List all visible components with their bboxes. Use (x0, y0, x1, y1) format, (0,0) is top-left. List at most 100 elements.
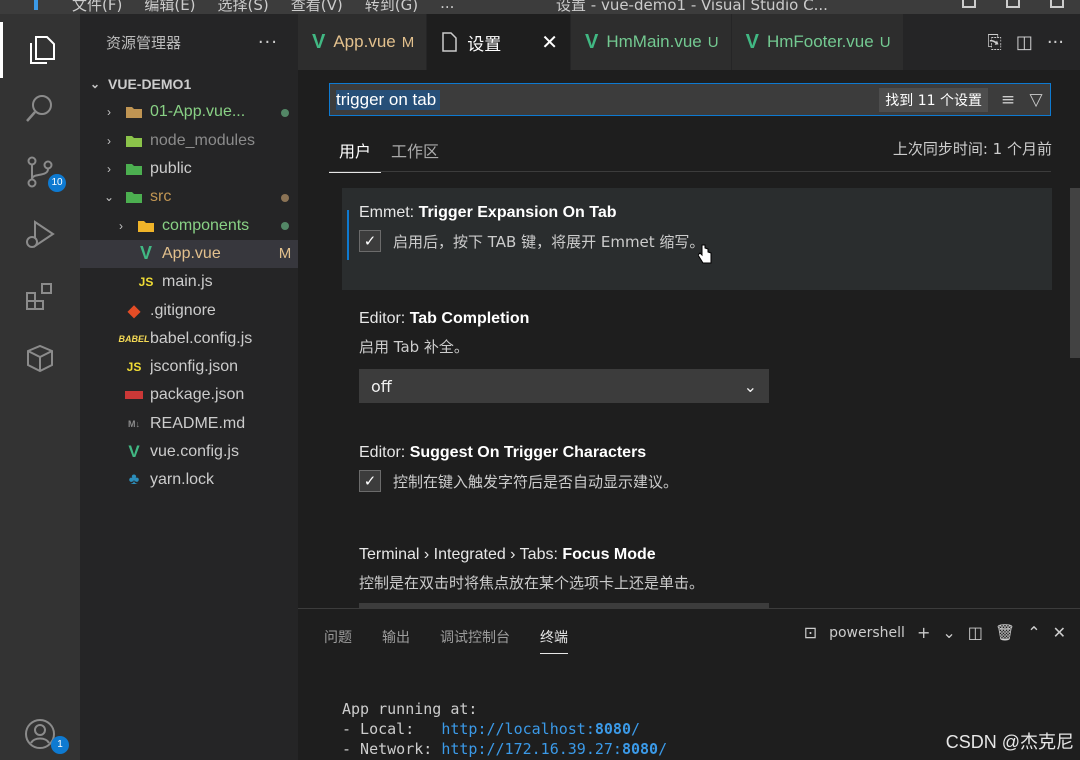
close-icon[interactable]: ✕ (541, 30, 558, 55)
tree-item[interactable]: › public (80, 155, 298, 183)
search-button[interactable] (0, 80, 80, 136)
yarn-icon: ♣ (128, 471, 140, 489)
tree-item[interactable]: M↓ README.md (80, 410, 298, 438)
package-icon (27, 344, 53, 373)
setting-suggest-on-trigger: Editor: Suggest On Trigger Characters ✓ … (342, 428, 1052, 508)
tree-item-label: jsconfig.json (150, 358, 239, 376)
clear-filter-icon[interactable]: ≡ (994, 90, 1022, 110)
tree-item[interactable]: › node_modules (80, 127, 298, 155)
markdown-icon: M↓ (128, 418, 140, 429)
setting-description: 控制是在双击时将焦点放在某个选项卡上还是单击。 (359, 574, 705, 592)
setting-select[interactable]: off ⌄ (359, 369, 769, 403)
tree-item[interactable]: ◆ .gitignore (80, 296, 298, 324)
setting-title: Editor: Suggest On Trigger Characters (359, 444, 1052, 462)
menu-select[interactable]: 选择(S) (218, 0, 269, 14)
terminal-line: - Local: http://localhost:8080/ (342, 720, 641, 738)
tab-label: 设置 (467, 34, 502, 54)
setting-checkbox[interactable]: ✓ (359, 230, 381, 252)
vscode-logo-icon (34, 0, 48, 10)
chevron-down-icon[interactable]: ⌄ (942, 623, 955, 642)
divider (329, 171, 1051, 172)
folder-icon (124, 105, 144, 119)
chevron-down-icon: ⌄ (89, 77, 101, 92)
source-control-badge: 10 (48, 174, 66, 192)
project-root[interactable]: ⌄ VUE-DEMO1 (80, 70, 298, 98)
setting-checkbox[interactable]: ✓ (359, 470, 381, 492)
tab-settings[interactable]: 设置 ✕ (427, 14, 571, 70)
tree-item[interactable]: V App.vue M (80, 239, 298, 269)
tab-app-vue[interactable]: V App.vue M (298, 14, 428, 70)
npm-icon (124, 391, 144, 400)
status-dot (272, 217, 298, 234)
chevron-up-icon[interactable]: ⌃ (1027, 623, 1040, 642)
settings-search-input[interactable] (336, 89, 440, 110)
tree-item-label: App.vue (162, 244, 221, 262)
panel-actions: ⊡ powershell + ⌄ ◫ 🗑 ⌃ ✕ (804, 623, 1066, 642)
local-url-link[interactable]: http://localhost:8080/ (441, 720, 640, 738)
menu-view[interactable]: 查看(V) (291, 0, 343, 14)
terminal-output[interactable]: App running at: - Local: http://localhost… (342, 699, 667, 759)
tree-item[interactable]: package.json (80, 381, 298, 409)
tree-item-label: vue.config.js (150, 443, 239, 460)
account-button[interactable]: 1 (0, 706, 80, 760)
trash-icon[interactable]: 🗑 (995, 623, 1015, 642)
tree-item-label: node_modules (150, 131, 255, 149)
close-panel-icon[interactable]: ✕ (1053, 623, 1066, 642)
tree-item[interactable]: BABEL babel.config.js (80, 325, 298, 353)
tab-hmfooter-vue[interactable]: V HmFooter.vue U (731, 14, 904, 70)
setting-description: 控制在键入触发字符后是否自动显示建议。 (393, 472, 679, 491)
git-icon: ◆ (127, 302, 141, 320)
network-url-link[interactable]: http://172.16.39.27:8080/ (441, 740, 667, 758)
explorer-button[interactable] (0, 22, 80, 78)
extensions-button[interactable] (0, 268, 80, 324)
tree-item[interactable]: JS main.js (80, 268, 298, 296)
add-terminal-icon[interactable]: + (917, 623, 930, 642)
more-actions-icon[interactable]: ··· (1047, 32, 1064, 53)
menu-go[interactable]: 转到(G) (365, 0, 418, 14)
menu-more[interactable]: ... (440, 0, 454, 14)
tree-item[interactable]: JS jsconfig.json (80, 353, 298, 381)
tab-problems[interactable]: 问题 (324, 627, 352, 654)
search-icon (26, 95, 52, 122)
tree-item[interactable]: ♣ yarn.lock (80, 466, 298, 494)
split-terminal-icon[interactable]: ◫ (968, 623, 983, 642)
tab-terminal[interactable]: 终端 (540, 627, 568, 654)
terminal-line: App running at: (342, 700, 478, 718)
menu-file[interactable]: 文件(F) (72, 0, 122, 14)
tree-item[interactable]: › components (80, 211, 298, 239)
tab-hmmain-vue[interactable]: V HmMain.vue U (571, 14, 732, 70)
chevron-down-icon: ⌄ (103, 190, 115, 205)
scrollbar[interactable] (1070, 188, 1080, 358)
title-bar: 文件(F) 编辑(E) 选择(S) 查看(V) 转到(G) ... 设置 - v… (0, 0, 1080, 14)
explorer-more-button[interactable]: ··· (258, 32, 278, 53)
tree-item[interactable]: V vue.config.js (80, 438, 298, 466)
setting-category: Emmet: (359, 204, 419, 221)
run-debug-button[interactable] (0, 206, 80, 262)
open-settings-json-icon[interactable]: ⎘ (987, 32, 1001, 53)
window-title: 设置 - vue-demo1 - Visual Studio C... (556, 0, 828, 14)
package-button[interactable] (0, 330, 80, 386)
tab-debug-console[interactable]: 调试控制台 (440, 627, 510, 654)
settings-editor: 找到 11 个设置 ≡ ▽ 用户 工作区 上次同步时间: 1 个月前 Emmet… (298, 70, 1080, 608)
tab-output[interactable]: 输出 (382, 627, 410, 654)
tree-item[interactable]: ⌄ src (80, 183, 298, 211)
minimize-icon[interactable] (962, 0, 976, 8)
tree-item[interactable]: › 01-App.vue... (80, 98, 298, 126)
scope-tab-workspace[interactable]: 工作区 (381, 132, 449, 173)
close-window-icon[interactable] (1050, 0, 1064, 8)
tab-status: U (879, 33, 891, 51)
maximize-icon[interactable] (1006, 0, 1020, 8)
scope-tab-user[interactable]: 用户 (329, 132, 382, 173)
tree-item-label: src (150, 188, 172, 206)
tree-item-label: package.json (150, 386, 245, 404)
babel-icon: BABEL (118, 333, 150, 344)
menu-edit[interactable]: 编辑(E) (144, 0, 195, 14)
tab-status: U (707, 33, 719, 51)
shell-name[interactable]: powershell (829, 625, 905, 641)
settings-search: 找到 11 个设置 ≡ ▽ (329, 83, 1051, 116)
menu-bar: 文件(F) 编辑(E) 选择(S) 查看(V) 转到(G) ... (72, 0, 454, 14)
source-control-button[interactable]: 10 (0, 144, 80, 200)
setting-terminal-tabs-focus-mode: Terminal › Integrated › Tabs: Focus Mode… (342, 530, 1052, 608)
filter-icon[interactable]: ▽ (1022, 90, 1050, 110)
split-editor-icon[interactable]: ◫ (1016, 32, 1033, 53)
